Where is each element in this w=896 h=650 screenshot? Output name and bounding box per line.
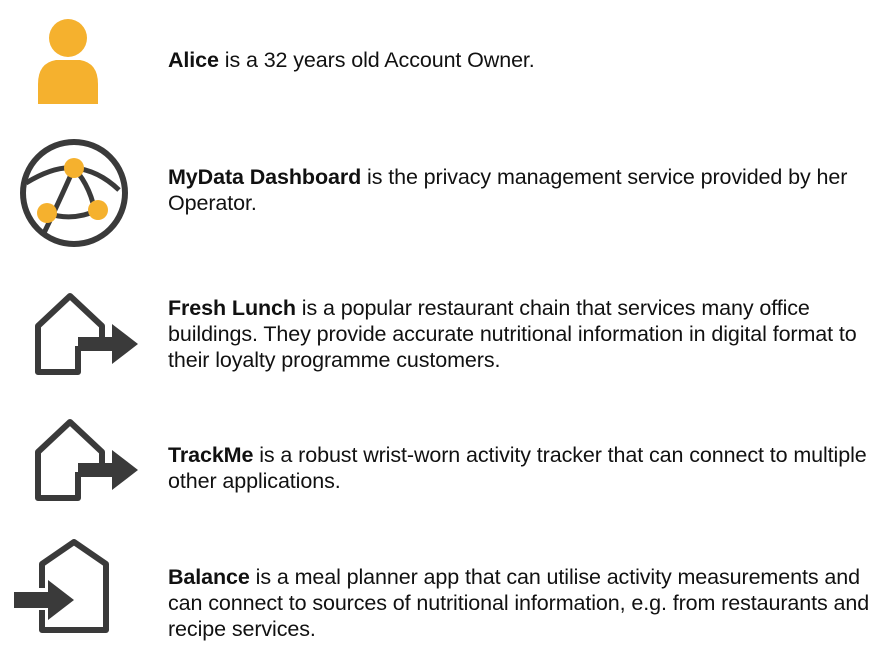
actor-name: Balance — [168, 565, 250, 589]
actor-text: is a 32 years old Account Owner. — [218, 48, 535, 72]
person-icon — [38, 19, 98, 104]
actor-name: Fresh Lunch — [168, 296, 296, 320]
actor-description: Balance is a meal planner app that can u… — [168, 564, 894, 642]
actor-description: TrackMe is a robust wrist-worn activity … — [168, 442, 894, 494]
actor-text: is a meal planner app that can utilise a… — [168, 565, 870, 641]
actor-name: MyData Dashboard — [168, 165, 362, 189]
actor-description: Alice is a 32 years old Account Owner. — [168, 47, 894, 73]
network-globe-icon — [20, 139, 128, 247]
house-arrow-out-icon — [35, 419, 138, 501]
actor-name: Alice — [168, 48, 219, 72]
actor-name: TrackMe — [168, 443, 254, 467]
house-arrow-out-icon — [35, 293, 138, 375]
actor-text: is a robust wrist-worn activity tracker … — [168, 443, 867, 493]
actor-description: Fresh Lunch is a popular restaurant chai… — [168, 295, 894, 373]
actor-description: MyData Dashboard is the privacy manageme… — [168, 164, 894, 216]
house-arrow-in-icon — [14, 539, 109, 633]
